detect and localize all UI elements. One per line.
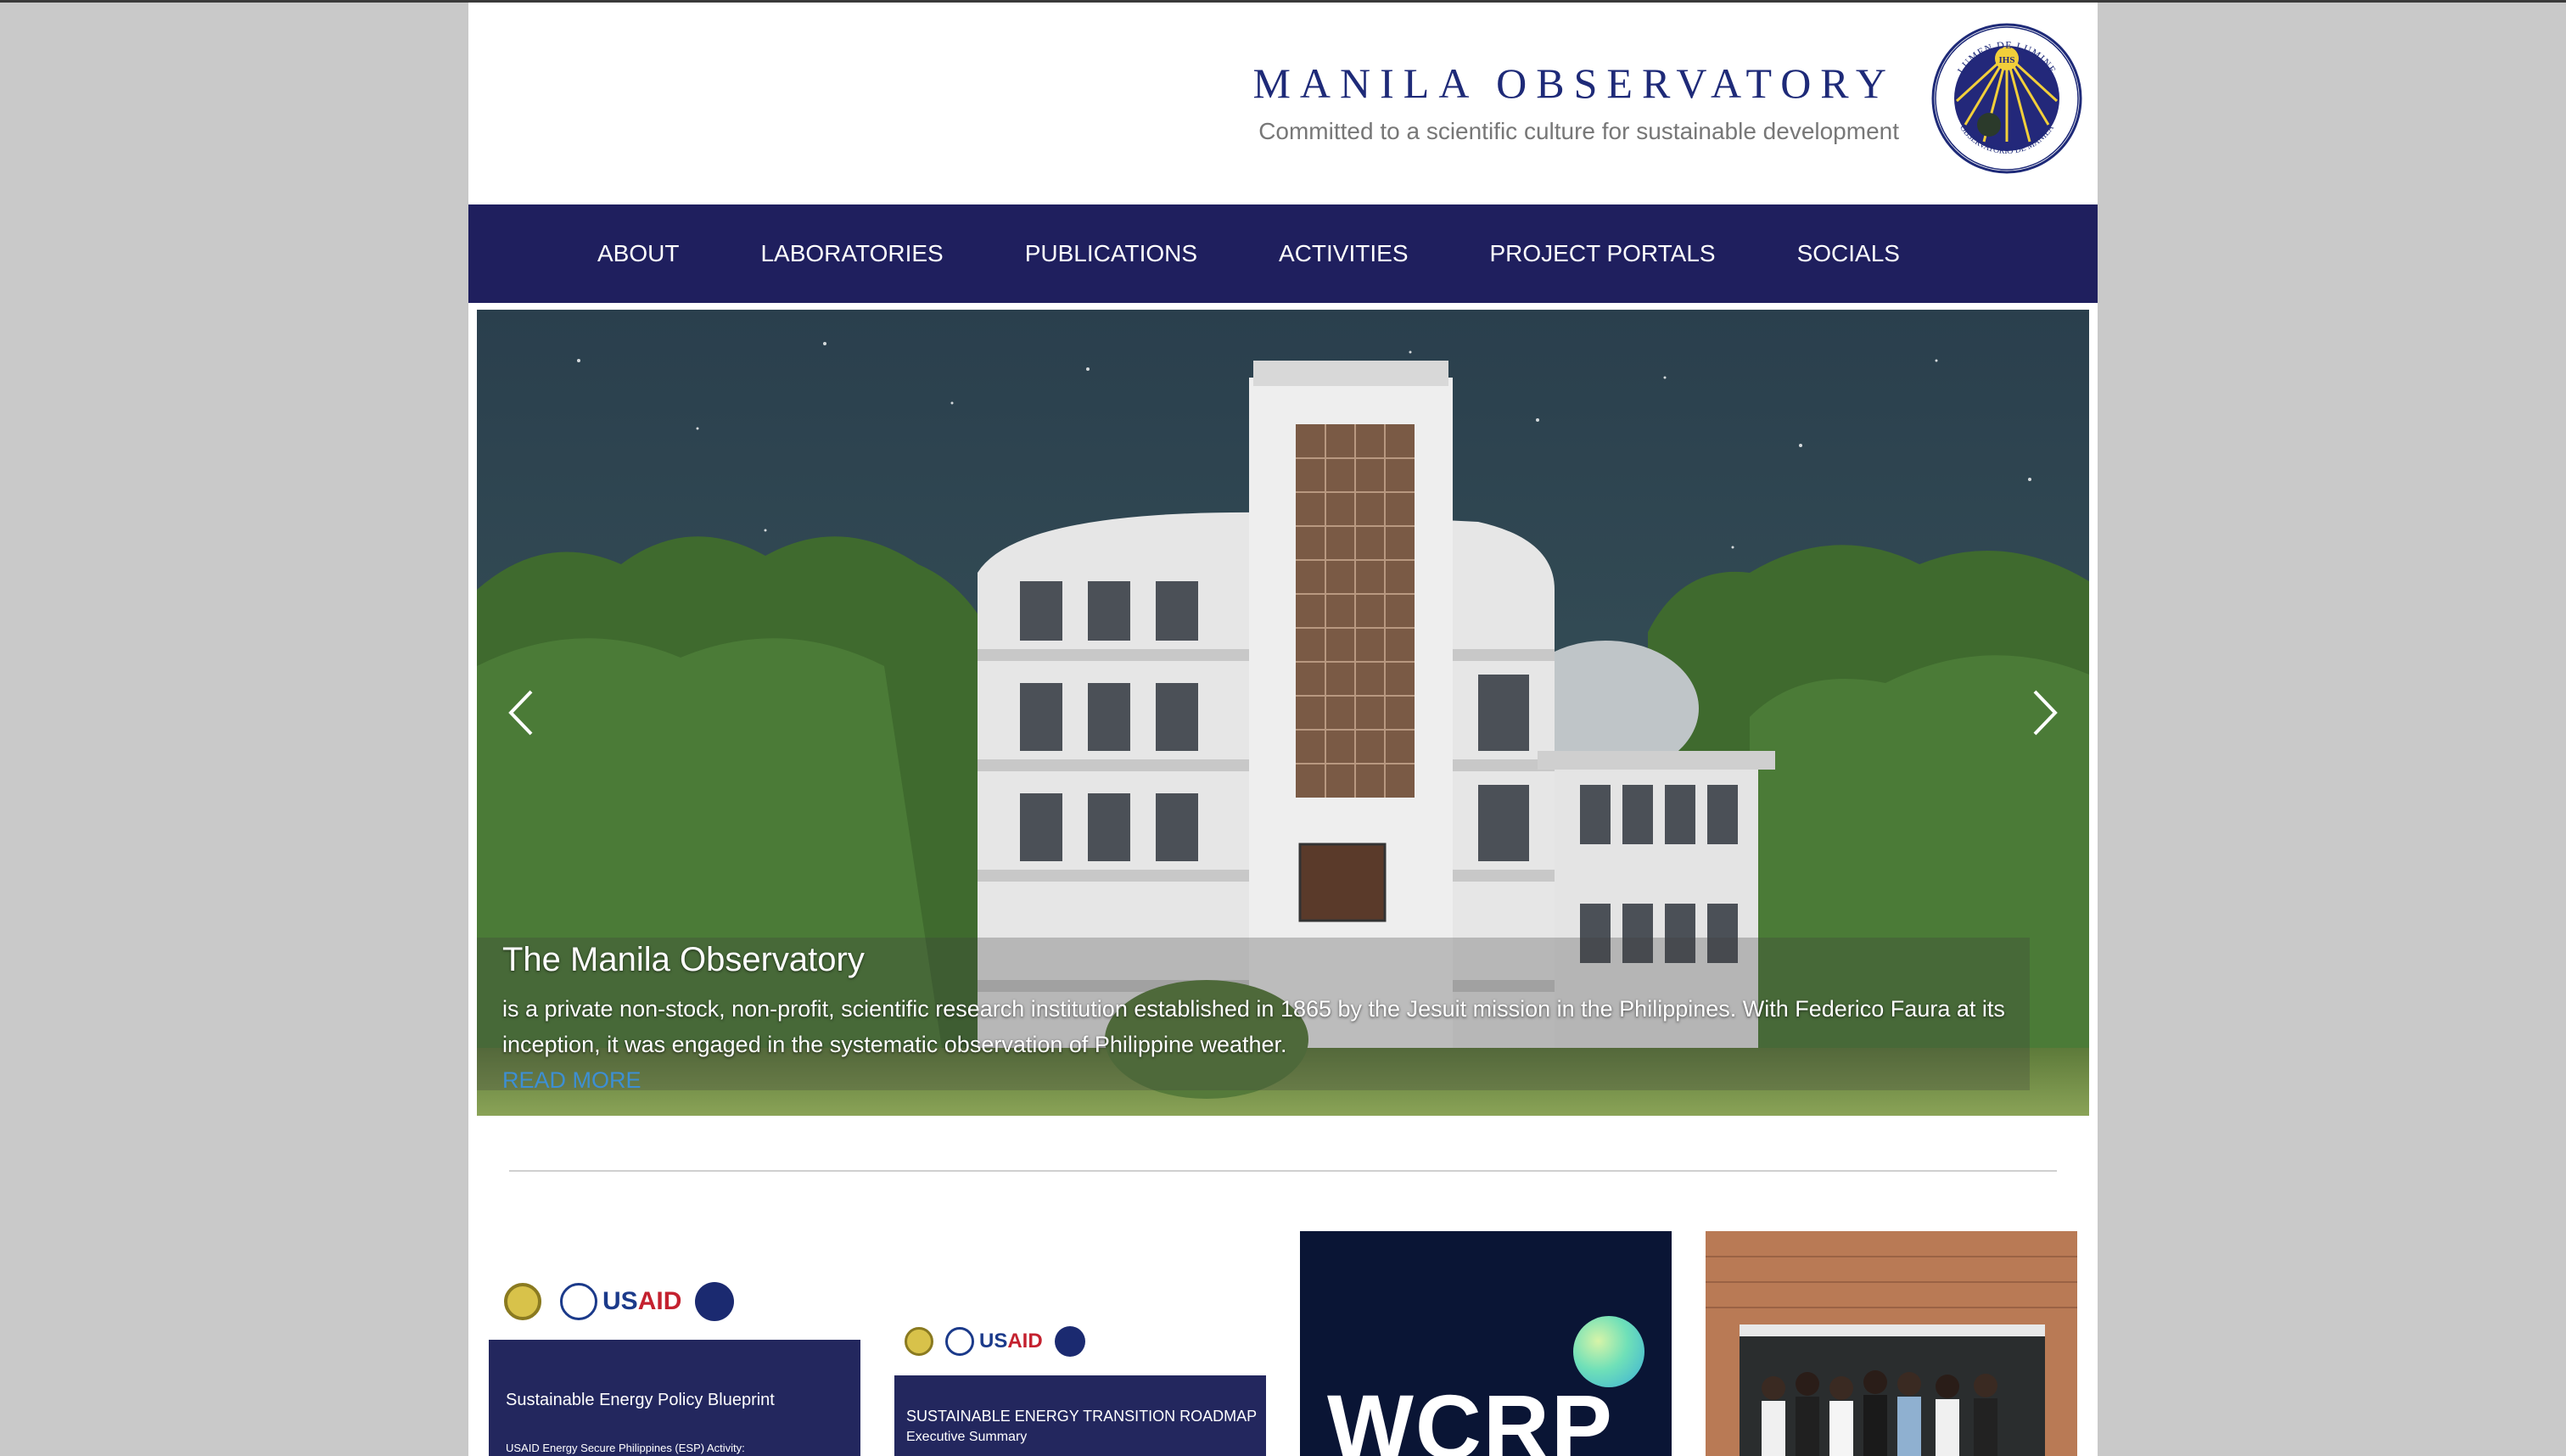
usaid-wordmark: USAID [602, 1287, 682, 1315]
observatory-seal-logo[interactable]: IHS LUMEN DE LUMINE OBSERVATORIO DE MANI… [1931, 23, 2082, 174]
emblem-icon [1054, 1326, 1085, 1357]
wcrp-card[interactable]: WCRP [1300, 1231, 1672, 1456]
hero-description: is a private non-stock, non-profit, scie… [502, 996, 2005, 1057]
seal-icon [504, 1283, 541, 1320]
main-nav: ABOUT LABORATORIES PUBLICATIONS ACTIVITI… [468, 204, 2098, 303]
read-more-link[interactable]: READ MORE [502, 1067, 642, 1093]
card-title-panel: Sustainable Energy Policy Blueprint USAI… [489, 1340, 860, 1456]
usaid-seal-icon [560, 1283, 597, 1320]
nav-item-about[interactable]: ABOUT [597, 240, 679, 267]
publication-card-energy-policy[interactable]: USAID Sustainable Energy Policy Blueprin… [489, 1231, 860, 1456]
svg-text:IHS: IHS [1999, 55, 2015, 65]
site-title[interactable]: MANILA OBSERVATORY [1252, 59, 1896, 108]
nav-item-socials[interactable]: SOCIALS [1797, 240, 1900, 267]
chevron-right-icon[interactable] [2023, 683, 2065, 742]
hero-title: The Manila Observatory [502, 941, 865, 978]
card-subtitle: Executive Summary [906, 1430, 1028, 1444]
group-photo-card[interactable] [1706, 1231, 2077, 1456]
seal-icon [905, 1327, 933, 1356]
card-subtitle: USAID Energy Secure Philippines (ESP) Ac… [506, 1442, 745, 1454]
nav-item-publications[interactable]: PUBLICATIONS [1025, 240, 1197, 267]
group-photo-image [1706, 1231, 2077, 1456]
site-header: MANILA OBSERVATORY Committed to a scient… [468, 3, 2098, 204]
publication-card-transition-roadmap[interactable]: USAID SUSTAINABLE ENERGY TRANSITION ROAD… [894, 1231, 1266, 1456]
hero-caption: The Manila Observatory is a private non-… [502, 941, 2047, 1098]
usaid-wordmark: USAID [979, 1330, 1043, 1352]
nav-item-project-portals[interactable]: PROJECT PORTALS [1490, 240, 1716, 267]
card-title-panel: SUSTAINABLE ENERGY TRANSITION ROADMAP Ex… [894, 1375, 1266, 1456]
site-tagline: Committed to a scientific culture for su… [1258, 118, 1899, 144]
hero-carousel[interactable]: The Manila Observatory is a private non-… [477, 310, 2089, 1116]
card-title: SUSTAINABLE ENERGY TRANSITION ROADMAP [906, 1408, 1258, 1425]
usaid-seal-icon [945, 1327, 974, 1356]
emblem-icon [695, 1282, 735, 1321]
chevron-left-icon[interactable] [501, 683, 543, 742]
section-divider [509, 1170, 2057, 1172]
partner-logos: USAID [905, 1326, 1085, 1357]
nav-item-laboratories[interactable]: LABORATORIES [760, 240, 943, 267]
wcrp-logo-text: WCRP [1327, 1375, 1614, 1456]
partner-logos: USAID [504, 1282, 735, 1321]
page-container: MANILA OBSERVATORY Committed to a scient… [468, 3, 2098, 1456]
card-title: Sustainable Energy Policy Blueprint [506, 1391, 775, 1409]
nav-item-activities[interactable]: ACTIVITIES [1279, 240, 1408, 267]
